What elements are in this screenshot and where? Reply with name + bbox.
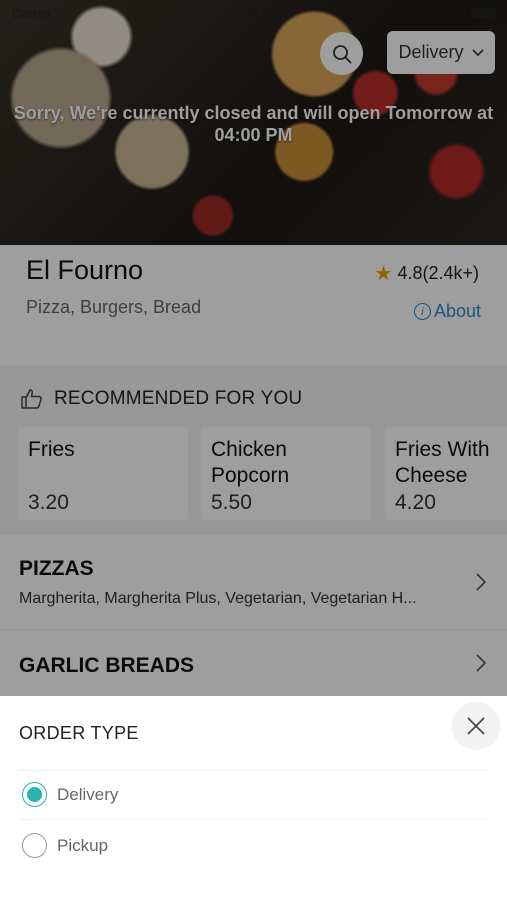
order-type-sheet: ORDER TYPE Delivery Pickup xyxy=(0,696,507,900)
divider xyxy=(19,770,488,771)
radio-unselected-icon[interactable] xyxy=(22,833,47,858)
option-label: Pickup xyxy=(57,835,109,855)
close-icon xyxy=(467,717,485,735)
sheet-title: ORDER TYPE xyxy=(19,723,139,743)
radio-selected-icon[interactable] xyxy=(22,782,47,807)
modal-backdrop[interactable] xyxy=(0,0,507,696)
divider xyxy=(19,819,488,820)
close-button[interactable] xyxy=(452,702,500,750)
option-delivery[interactable]: Delivery xyxy=(22,782,118,807)
option-pickup[interactable]: Pickup xyxy=(22,833,108,858)
option-label: Delivery xyxy=(57,784,119,804)
